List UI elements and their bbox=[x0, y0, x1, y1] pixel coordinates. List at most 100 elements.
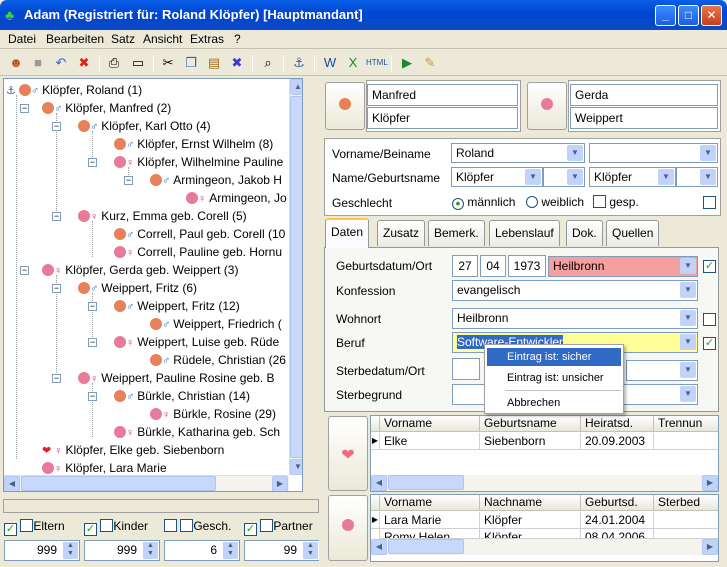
father-first-name[interactable]: Manfred bbox=[367, 84, 518, 106]
scroll-right-button[interactable]: ▶ bbox=[702, 539, 718, 555]
gesch-depth-stepper[interactable]: 6 ▲ ▼ bbox=[164, 540, 240, 561]
column-header[interactable]: Nachname bbox=[480, 495, 581, 511]
collapse-toggle[interactable]: − bbox=[20, 266, 29, 275]
tab-daten[interactable]: Daten bbox=[325, 218, 370, 248]
mother-first-name[interactable]: Gerda bbox=[570, 84, 718, 106]
menu-item-abbrechen[interactable]: Abbrechen bbox=[487, 394, 621, 412]
splitter[interactable] bbox=[319, 78, 323, 564]
tree-node[interactable]: ♂ Klöpfer, Manfred (2) bbox=[42, 99, 171, 117]
maximize-button[interactable]: □ bbox=[678, 5, 699, 26]
tab-dok[interactable]: Dok. bbox=[566, 220, 603, 246]
print-preview-icon[interactable]: ▭ bbox=[128, 53, 148, 73]
tree-horizontal-scrollbar[interactable]: ◀ ▶ bbox=[4, 475, 289, 491]
collapse-toggle[interactable]: − bbox=[88, 392, 97, 401]
father-button[interactable] bbox=[325, 82, 365, 130]
stepper-arrows[interactable]: ▲ ▼ bbox=[63, 542, 78, 559]
death-place-combo[interactable]: ▼ bbox=[626, 360, 698, 381]
beiname-combo[interactable]: ▼ bbox=[589, 143, 718, 163]
scroll-left-button[interactable]: ◀ bbox=[371, 475, 387, 491]
stepper-arrows[interactable]: ▲ ▼ bbox=[223, 542, 238, 559]
partner-checkbox[interactable]: ✓ bbox=[244, 523, 257, 536]
children-grid-scrollbar[interactable]: ◀ ▶ bbox=[371, 539, 718, 555]
collapse-toggle[interactable]: − bbox=[88, 158, 97, 167]
search-icon[interactable]: ⌕ bbox=[258, 53, 278, 73]
birth-certain-checkbox[interactable]: ✓ bbox=[703, 260, 716, 273]
collapse-toggle[interactable]: − bbox=[52, 122, 61, 131]
paste-icon[interactable]: ▤ bbox=[204, 53, 224, 73]
eltern-checkbox[interactable]: ✓ bbox=[4, 523, 17, 536]
tab-quellen[interactable]: Quellen bbox=[606, 220, 660, 246]
children-grid[interactable]: Vorname Nachname Geburtsd. Sterbed ▶ Lar… bbox=[370, 494, 719, 562]
menu-help[interactable]: ? bbox=[234, 32, 241, 46]
radio-weiblich[interactable]: weiblich bbox=[526, 195, 584, 209]
tree-node[interactable]: ♂ Correll, Paul geb. Corell (10 bbox=[114, 225, 285, 243]
filter-eltern[interactable]: ✓ Eltern bbox=[4, 519, 65, 536]
tree-node[interactable]: ♀ Armingeon, Jo bbox=[186, 189, 287, 207]
tree-vertical-scrollbar[interactable]: ▲ ▼ bbox=[289, 79, 302, 475]
menu-bearbeiten[interactable]: Bearbeiten bbox=[46, 32, 104, 46]
partner-button[interactable]: ❤ bbox=[328, 416, 368, 491]
menu-item-sicher[interactable]: Eintrag ist: sicher bbox=[487, 348, 621, 366]
collapse-toggle[interactable]: − bbox=[52, 212, 61, 221]
partner-grid[interactable]: Vorname Geburtsname Heiratsd. Trennun ▶ … bbox=[370, 415, 719, 492]
menu-satz[interactable]: Satz bbox=[111, 32, 135, 46]
name-combo[interactable]: Klöpfer ▼ bbox=[451, 167, 543, 187]
father-last-name[interactable]: Klöpfer bbox=[367, 107, 518, 129]
menu-datei[interactable]: Datei bbox=[8, 32, 36, 46]
tree-node[interactable]: ♀ Klöpfer, Gerda geb. Weippert (3) bbox=[42, 261, 238, 279]
stepper-arrows[interactable]: ▲ ▼ bbox=[143, 542, 158, 559]
radio-maennlich[interactable]: • männlich bbox=[452, 195, 515, 210]
scroll-left-button[interactable]: ◀ bbox=[4, 476, 20, 491]
tree-node[interactable]: ♂ Weippert, Fritz (12) bbox=[114, 297, 240, 315]
beruf-certain-checkbox[interactable]: ✓ bbox=[703, 337, 716, 350]
tree-node[interactable]: ♀ Correll, Pauline geb. Hornu bbox=[114, 243, 282, 261]
chevron-down-icon[interactable]: ▼ bbox=[700, 145, 716, 161]
filter-partner[interactable]: ✓ Partner bbox=[244, 519, 313, 536]
filter-kinder[interactable]: ✓ Kinder bbox=[84, 519, 148, 536]
run-icon[interactable]: ▶ bbox=[397, 53, 417, 73]
tree-node[interactable]: ♂ Rüdele, Christian (26 bbox=[150, 351, 286, 369]
wohnort-combo[interactable]: Heilbronn ▼ bbox=[452, 308, 698, 329]
vorname-combo[interactable]: Roland ▼ bbox=[451, 143, 585, 163]
copy-icon[interactable]: ❐ bbox=[181, 53, 201, 73]
tree-node[interactable]: ♀ Bürkle, Rosine (29) bbox=[150, 405, 276, 423]
chevron-down-icon[interactable]: ▼ bbox=[658, 169, 674, 185]
kinder-checkbox[interactable]: ✓ bbox=[84, 523, 97, 536]
tab-bemerk[interactable]: Bemerk. bbox=[428, 220, 485, 246]
tree-node[interactable]: ⚓ ♂ Klöpfer, Roland (1) bbox=[6, 81, 142, 99]
geburtsname-suffix-combo[interactable]: ▼ bbox=[676, 167, 718, 187]
birth-place-combo[interactable]: Heilbronn ▼ bbox=[548, 256, 698, 277]
chevron-down-icon[interactable]: ▼ bbox=[700, 169, 716, 185]
collapse-toggle[interactable]: − bbox=[88, 338, 97, 347]
html-export-icon[interactable]: HTML bbox=[366, 53, 388, 73]
gesp-checkbox[interactable]: gesp. bbox=[593, 195, 639, 209]
column-header[interactable]: Geburtsd. bbox=[581, 495, 654, 511]
print-icon[interactable]: ⎙ bbox=[104, 53, 124, 73]
konfession-combo[interactable]: evangelisch ▼ bbox=[452, 280, 698, 301]
scroll-thumb[interactable] bbox=[388, 475, 464, 490]
disk-icon[interactable]: ■ bbox=[28, 53, 48, 73]
birth-year-field[interactable]: 1973 bbox=[508, 255, 546, 277]
chevron-down-icon[interactable]: ▼ bbox=[567, 145, 583, 161]
collapse-toggle[interactable]: − bbox=[52, 374, 61, 383]
name-suffix-combo[interactable]: ▼ bbox=[543, 167, 585, 187]
menu-ansicht[interactable]: Ansicht bbox=[143, 32, 182, 46]
tree-node[interactable]: ♂ Weippert, Fritz (6) bbox=[78, 279, 197, 297]
family-tree[interactable]: ⚓ ♂ Klöpfer, Roland (1) − ♂ Klöpfer, Manfre… bbox=[3, 78, 303, 492]
column-header[interactable]: Vorname bbox=[380, 495, 480, 511]
extra-checkbox[interactable] bbox=[703, 196, 716, 209]
chevron-down-icon[interactable]: ▼ bbox=[525, 169, 541, 185]
column-header[interactable]: Heiratsd. bbox=[581, 416, 654, 432]
menu-item-unsicher[interactable]: Eintrag ist: unsicher bbox=[487, 369, 621, 387]
chevron-down-icon[interactable]: ▼ bbox=[680, 258, 696, 274]
collapse-toggle[interactable]: − bbox=[52, 284, 61, 293]
undo-icon[interactable]: ↶ bbox=[51, 53, 71, 73]
filter-gesch[interactable]: Gesch. bbox=[164, 519, 231, 533]
scroll-thumb[interactable] bbox=[290, 96, 302, 458]
mother-button[interactable] bbox=[527, 82, 567, 130]
tree-node[interactable]: ♂ Armingeon, Jakob H bbox=[150, 171, 282, 189]
column-header[interactable]: Geburtsname bbox=[480, 416, 581, 432]
column-header[interactable]: Sterbed bbox=[654, 495, 718, 511]
tree-node[interactable]: ♀ Kurz, Emma geb. Corell (5) bbox=[78, 207, 247, 225]
death-day-field[interactable] bbox=[452, 358, 480, 380]
